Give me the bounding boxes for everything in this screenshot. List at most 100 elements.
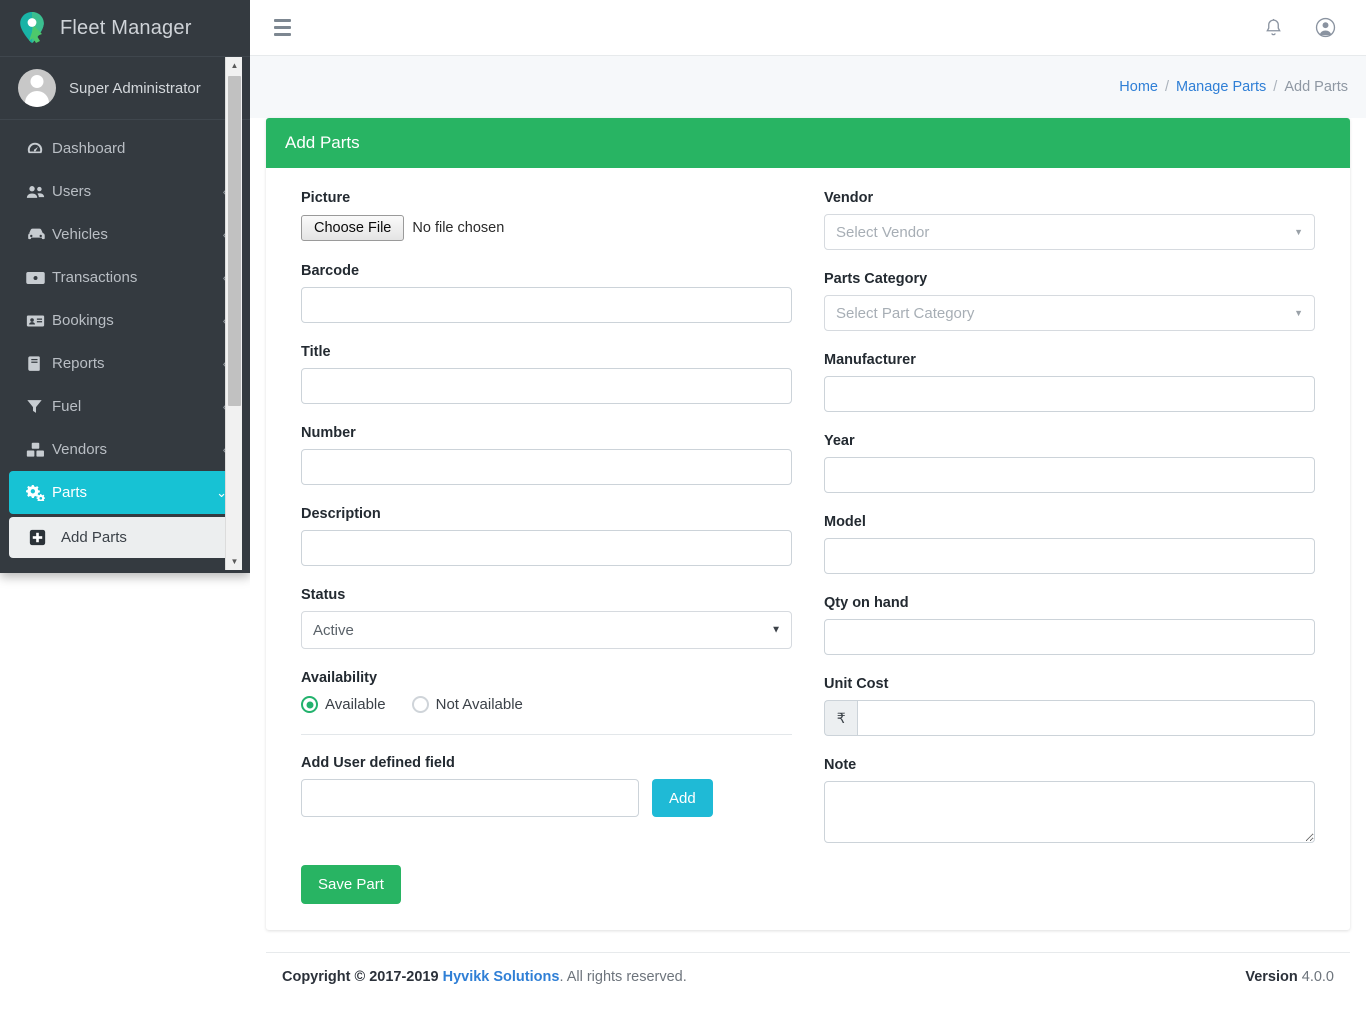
parts-category-select[interactable]: Select Part Category ▼ <box>824 295 1315 331</box>
unit-cost-input[interactable] <box>857 700 1315 736</box>
title-label: Title <box>301 344 331 360</box>
sidebar-item-bookings[interactable]: Bookings ‹ <box>9 299 241 342</box>
scroll-up-arrow-icon[interactable]: ▲ <box>226 57 243 74</box>
file-input-row[interactable]: Choose File No file chosen <box>301 214 792 242</box>
main-area: Home / Manage Parts / Add Parts Add Parts Pi… <box>250 0 1366 1024</box>
status-label: Status <box>301 587 346 603</box>
form-column-left: Picture Choose File No file chosen Barco… <box>285 190 808 904</box>
radio-not-available-dot[interactable] <box>411 696 429 713</box>
sidebar-item-vendors[interactable]: Vendors ‹ <box>9 428 241 471</box>
year-input[interactable] <box>824 457 1315 493</box>
topbar-icons <box>1264 17 1336 38</box>
map-pin-logo-icon <box>20 12 44 43</box>
funnel-icon <box>26 398 52 415</box>
field-barcode: Barcode <box>301 263 792 323</box>
sidebar-item-label: Parts <box>52 484 88 501</box>
user-circle-icon[interactable] <box>1315 17 1336 38</box>
breadcrumb-separator: / <box>1164 79 1170 95</box>
field-year: Year <box>824 433 1315 493</box>
user-defined-input[interactable] <box>301 779 639 817</box>
chevron-down-icon: ▼ <box>1294 308 1303 318</box>
status-select[interactable]: Active Inactive <box>301 611 792 649</box>
form-grid: Picture Choose File No file chosen Barco… <box>285 190 1331 904</box>
app-root: Fleet Manager Super Administrator Dashbo… <box>0 0 1366 1024</box>
sidebar-item-label: Dashboard <box>52 140 126 157</box>
gears-icon <box>26 484 52 501</box>
section-divider <box>301 734 792 735</box>
bell-icon[interactable] <box>1264 18 1283 38</box>
parts-category-placeholder: Select Part Category <box>836 304 975 322</box>
footer-rights: . All rights reserved. <box>559 968 687 985</box>
field-parts-category: Parts Category Select Part Category ▼ <box>824 271 1315 331</box>
add-field-button[interactable]: Add <box>652 779 713 817</box>
chevron-down-icon: ▼ <box>1294 227 1303 237</box>
hamburger-icon[interactable] <box>270 15 295 40</box>
radio-available[interactable]: Available <box>301 696 386 713</box>
manufacturer-input[interactable] <box>824 376 1315 412</box>
radio-available-label: Available <box>325 696 386 713</box>
note-textarea[interactable] <box>824 781 1315 843</box>
breadcrumb-home[interactable]: Home <box>1119 79 1158 95</box>
choose-file-button[interactable]: Choose File <box>301 215 405 241</box>
vendor-select[interactable]: Select Vendor ▼ <box>824 214 1315 250</box>
file-status-text: No file chosen <box>412 220 505 236</box>
model-input[interactable] <box>824 538 1315 574</box>
status-select-wrapper: Active Inactive ▼ <box>301 611 792 649</box>
brand-title: Fleet Manager <box>60 16 192 39</box>
unit-cost-group: ₹ <box>824 700 1315 736</box>
book-icon <box>26 355 52 372</box>
add-parts-card: Add Parts Picture Choose File No file ch… <box>266 118 1350 930</box>
barcode-label: Barcode <box>301 263 360 279</box>
brand-header[interactable]: Fleet Manager <box>0 0 250 57</box>
parts-category-label: Parts Category <box>824 271 928 287</box>
card-body: Picture Choose File No file chosen Barco… <box>266 168 1350 930</box>
field-picture: Picture Choose File No file chosen <box>301 190 792 242</box>
topbar <box>250 0 1366 56</box>
field-manufacturer: Manufacturer <box>824 352 1315 412</box>
sidebar-item-parts[interactable]: Parts ⌄ <box>9 471 241 514</box>
sidebar-item-vehicles[interactable]: Vehicles ‹ <box>9 213 241 256</box>
qty-on-hand-input[interactable] <box>824 619 1315 655</box>
users-icon <box>26 184 52 200</box>
number-input[interactable] <box>301 449 792 485</box>
description-input[interactable] <box>301 530 792 566</box>
footer-company-link[interactable]: Hyvikk Solutions <box>443 969 560 985</box>
id-card-icon <box>26 314 52 328</box>
number-label: Number <box>301 425 356 441</box>
scrollbar-thumb[interactable] <box>228 76 241 406</box>
sidebar-item-add-parts[interactable]: Add Parts <box>9 517 241 558</box>
description-label: Description <box>301 506 381 522</box>
year-label: Year <box>824 433 855 449</box>
radio-not-available[interactable]: Not Available <box>411 696 523 713</box>
breadcrumb: Home / Manage Parts / Add Parts <box>1119 79 1348 95</box>
sidebar-item-transactions[interactable]: Transactions ‹ <box>9 256 241 299</box>
field-vendor: Vendor Select Vendor ▼ <box>824 190 1315 250</box>
footer-version-number: 4.0.0 <box>1301 968 1334 985</box>
sidebar-item-label: Fuel <box>52 398 82 415</box>
picture-label: Picture <box>301 190 351 206</box>
rupee-currency-icon: ₹ <box>824 700 858 736</box>
avatar-icon <box>18 69 56 107</box>
footer-version-label: Version <box>1245 968 1298 985</box>
breadcrumb-current: Add Parts <box>1284 79 1348 95</box>
availability-radio-group: Available Not Available <box>301 694 792 713</box>
field-note: Note <box>824 757 1315 848</box>
content-area: Add Parts Picture Choose File No file ch… <box>250 118 1366 1000</box>
sidebar-user[interactable]: Super Administrator <box>0 57 250 120</box>
sidebar-item-users[interactable]: Users ‹ <box>9 170 241 213</box>
breadcrumb-manage-parts[interactable]: Manage Parts <box>1176 79 1266 95</box>
sidebar-scrollbar[interactable]: ▲ ▼ <box>225 57 242 570</box>
radio-not-available-label: Not Available <box>435 696 523 713</box>
title-input[interactable] <box>301 368 792 404</box>
save-part-button[interactable]: Save Part <box>301 865 401 904</box>
scroll-down-arrow-icon[interactable]: ▼ <box>226 553 243 570</box>
field-availability: Availability Available Not Available <box>301 670 792 713</box>
sidebar-item-fuel[interactable]: Fuel ‹ <box>9 385 241 428</box>
sidebar-item-reports[interactable]: Reports ‹ <box>9 342 241 385</box>
barcode-input[interactable] <box>301 287 792 323</box>
field-model: Model <box>824 514 1315 574</box>
form-column-right: Vendor Select Vendor ▼ Parts Category Se… <box>808 190 1331 904</box>
radio-available-dot[interactable] <box>301 696 318 713</box>
sidebar-item-dashboard[interactable]: Dashboard <box>9 127 241 170</box>
footer: Copyright © 2017-2019 Hyvikk Solutions. … <box>266 952 1350 1000</box>
